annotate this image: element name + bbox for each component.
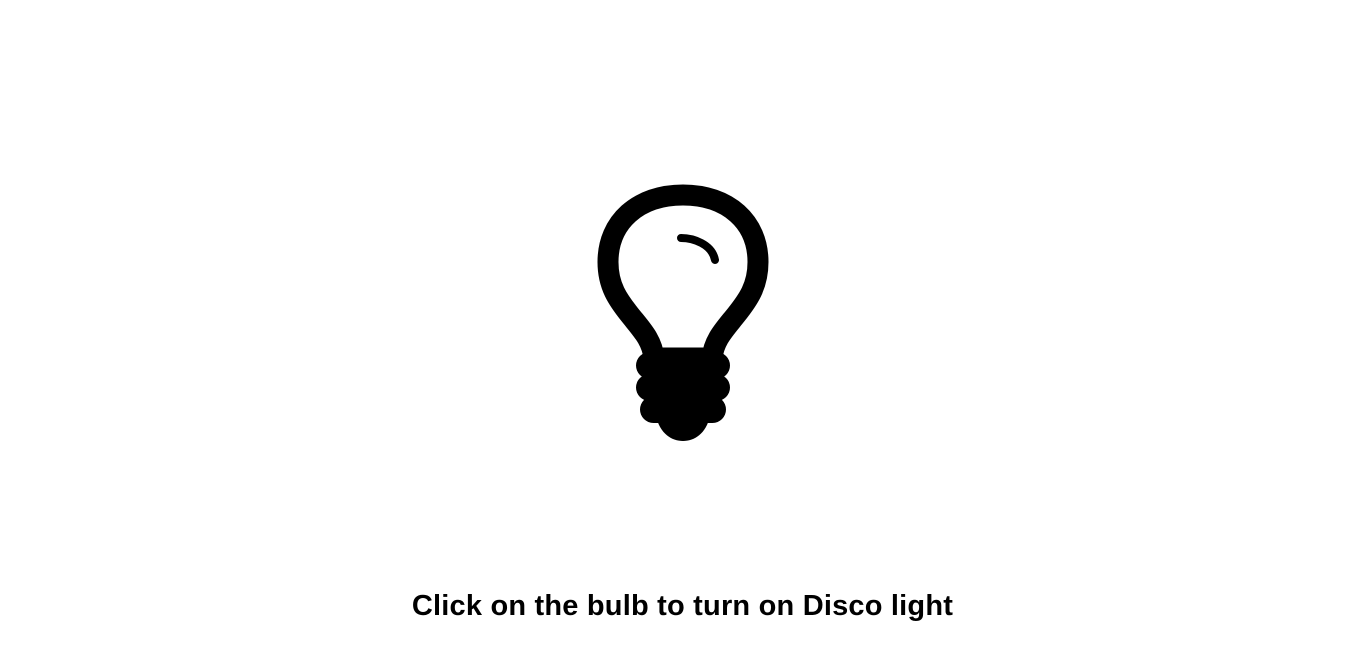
disco-light-bulb-button[interactable]	[590, 180, 776, 445]
instruction-text: Click on the bulb to turn on Disco light	[411, 590, 954, 622]
page-root: Click on the bulb to turn on Disco light	[0, 0, 1365, 659]
lightbulb-icon	[597, 184, 769, 441]
